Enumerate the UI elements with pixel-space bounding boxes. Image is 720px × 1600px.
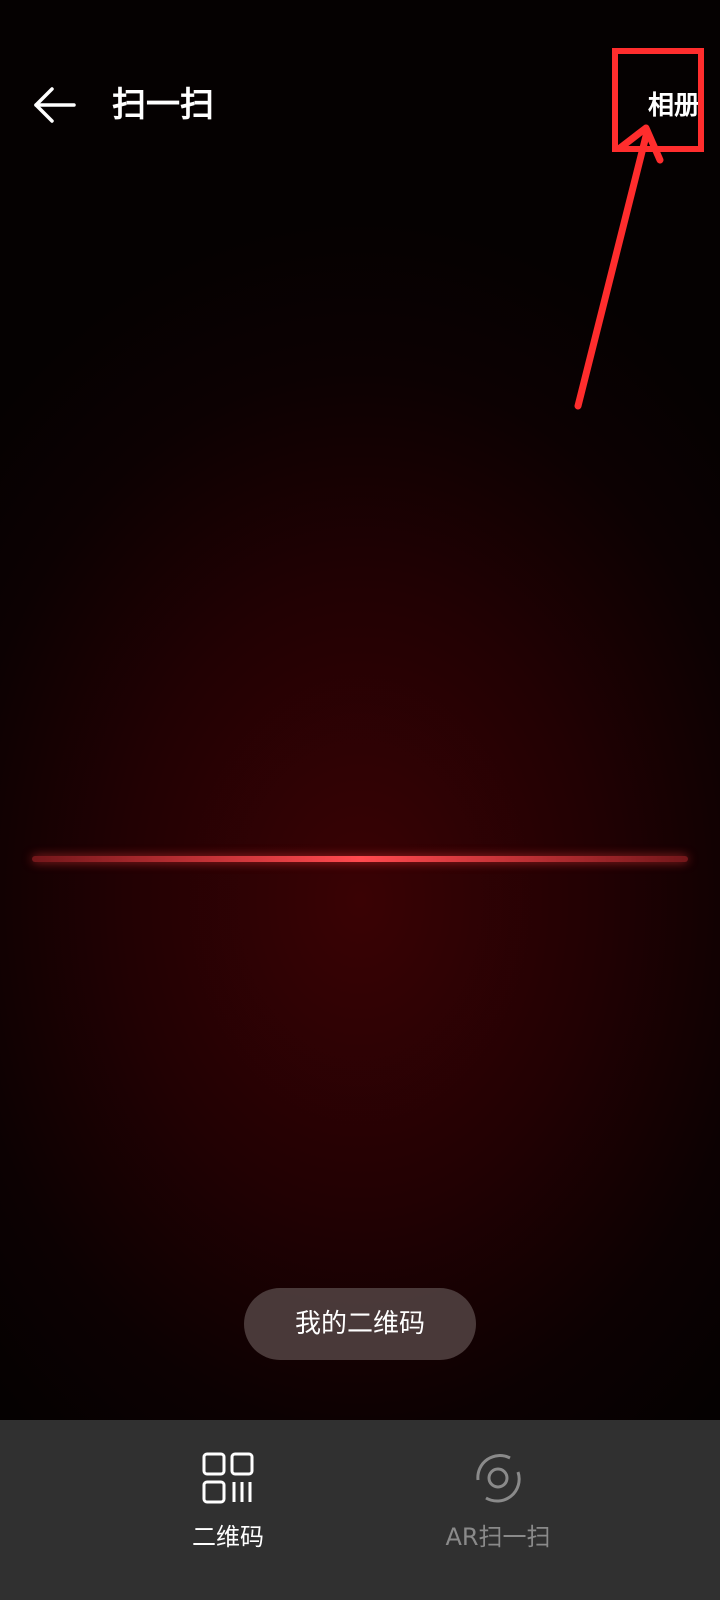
annotation-arrow: [574, 124, 664, 410]
qr-code-icon: [202, 1452, 254, 1504]
ar-scan-icon: [476, 1454, 521, 1503]
scan-screen: 扫一扫 相册 我的二维码 二维码 AR扫一扫: [0, 0, 720, 1600]
tab-qr-code[interactable]: 二维码: [148, 1450, 308, 1570]
scan-line: [32, 856, 688, 862]
my-qr-code-button[interactable]: 我的二维码: [244, 1288, 476, 1360]
page-title: 扫一扫: [112, 85, 214, 125]
arrow-left-icon: [34, 87, 76, 123]
back-button[interactable]: [26, 80, 82, 130]
annotation-highlight-box: [612, 48, 704, 152]
tab-ar-scan-label: AR扫一扫: [445, 1523, 551, 1551]
tab-qr-code-label: 二维码: [192, 1523, 264, 1551]
tab-ar-scan[interactable]: AR扫一扫: [418, 1450, 578, 1570]
bottom-tab-bar: 二维码 AR扫一扫: [0, 1420, 720, 1600]
